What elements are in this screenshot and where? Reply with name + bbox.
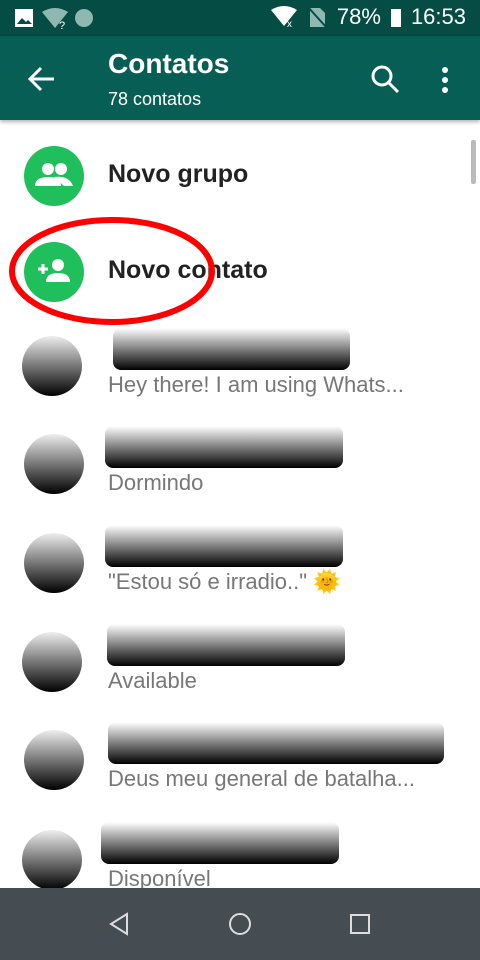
battery-charging-icon [390,9,401,27]
svg-text:x: x [287,19,292,28]
contact-count: 78 contatos [108,89,202,109]
avatar [22,830,82,888]
avatar [24,730,84,790]
contact-row[interactable]: Deus meu general de batalha... [0,712,480,808]
contact-status: "Estou só e irradio.." 🌞 [108,569,341,594]
no-sim-icon [307,6,327,28]
battery-percent: 78% [336,4,381,29]
svg-text:?: ? [59,20,65,30]
contact-row[interactable]: Disponível [0,812,480,888]
contact-status: Dormindo [108,470,204,495]
sync-icon [75,9,93,27]
new-group-button[interactable]: Novo grupo [0,128,480,224]
avatar [22,632,82,692]
more-options-icon[interactable] [440,66,450,94]
clock: 16:53 [410,4,466,29]
toolbar: Contatos 78 contatos [0,36,480,120]
page-title: Contatos [108,48,230,79]
back-arrow-icon[interactable] [28,66,56,92]
back-nav-icon[interactable] [108,912,130,936]
new-group-label: Novo grupo [108,160,249,188]
search-icon[interactable] [370,64,400,94]
avatar [22,336,82,396]
home-nav-icon[interactable] [228,912,252,936]
contact-status: Disponível [108,866,211,888]
avatar [24,434,84,494]
contact-status: Deus meu general de batalha... [108,766,415,791]
scrollbar[interactable] [471,140,476,184]
redacted-name [107,624,345,666]
status-bar: ? x 78% 16:53 [0,0,480,36]
contact-row[interactable]: Hey there! I am using Whats... [0,318,480,414]
avatar [24,533,84,593]
wifi-off-icon: x [270,6,297,28]
redacted-name [105,525,343,567]
redacted-name [101,822,339,864]
navigation-bar [0,888,480,960]
contact-list[interactable]: Novo grupo Novo contato Hey there! I am … [0,120,480,888]
redacted-name [105,426,343,468]
contact-row[interactable]: "Estou só e irradio.." 🌞 [0,515,480,611]
red-annotation-ellipse [9,217,215,325]
gallery-icon [15,9,33,27]
wifi-unknown-icon: ? [42,8,68,30]
redacted-name [113,328,350,370]
contact-status: Hey there! I am using Whats... [108,372,404,397]
group-icon [24,146,84,206]
recents-nav-icon[interactable] [349,913,371,935]
contact-status: Available [108,668,197,693]
redacted-name [108,722,444,764]
contact-row[interactable]: Dormindo [0,416,480,512]
contact-row[interactable]: Available [0,614,480,710]
